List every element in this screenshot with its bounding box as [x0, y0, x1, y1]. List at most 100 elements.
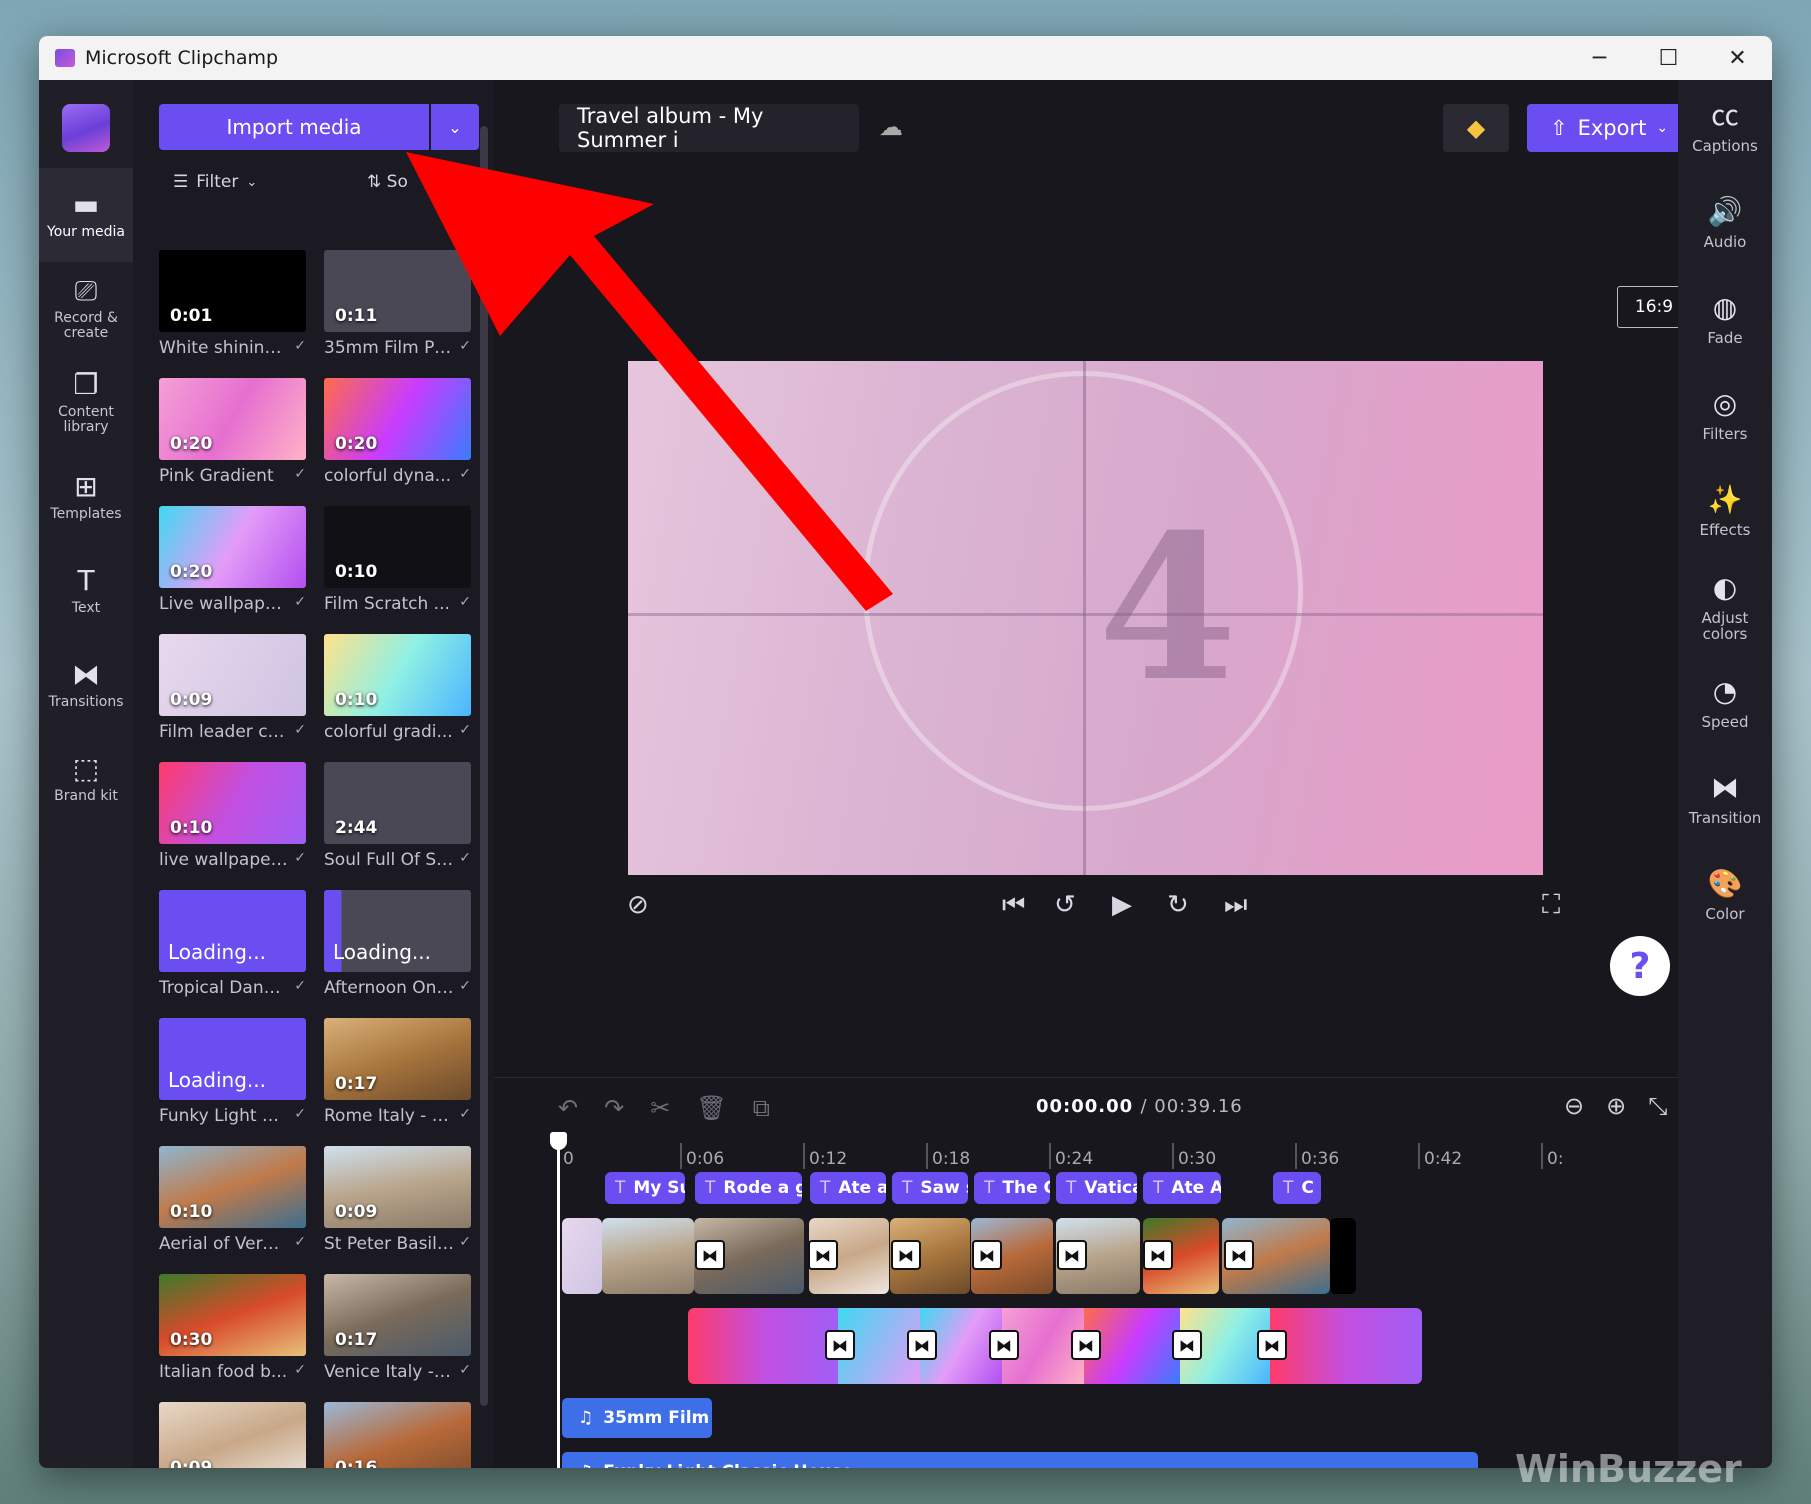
- panel-effects[interactable]: ✨ Effects: [1678, 464, 1772, 560]
- premium-diamond-button[interactable]: ◆: [1443, 104, 1509, 152]
- media-card[interactable]: 0:09 St Peter Basili... ✓: [324, 1146, 471, 1274]
- media-thumbnail[interactable]: 0:20: [324, 378, 471, 460]
- video-clip[interactable]: [562, 1218, 602, 1294]
- transition-icon[interactable]: ⧓: [1143, 1240, 1173, 1270]
- media-card[interactable]: 0:10 colorful gradi... ✓: [324, 634, 471, 762]
- forward-5-icon[interactable]: ↻: [1167, 890, 1189, 920]
- text-clip[interactable]: T Vatica: [1056, 1172, 1137, 1204]
- nav-templates[interactable]: ⊞ Templates: [39, 450, 133, 544]
- audio-clip[interactable]: ♫ 35mm Film F: [562, 1398, 712, 1438]
- fullscreen-icon[interactable]: ⛶: [1542, 890, 1560, 921]
- media-thumbnail[interactable]: 0:20: [159, 506, 306, 588]
- media-thumbnail[interactable]: 0:10: [324, 506, 471, 588]
- panel-captions[interactable]: ㏄ Captions: [1678, 80, 1772, 176]
- transition-icon[interactable]: ⧓: [825, 1330, 855, 1360]
- video-clip[interactable]: [602, 1218, 694, 1294]
- minimize-button[interactable]: ─: [1565, 36, 1634, 80]
- media-thumbnail[interactable]: 0:09: [159, 634, 306, 716]
- skip-back-icon[interactable]: ⏮: [1002, 890, 1025, 921]
- project-title[interactable]: Travel album - My Summer i: [559, 104, 859, 152]
- transition-icon[interactable]: ⧓: [1257, 1330, 1287, 1360]
- captions-off-icon[interactable]: ⊘: [627, 890, 649, 920]
- panel-fade[interactable]: ◍ Fade: [1678, 272, 1772, 368]
- timeline-ruler[interactable]: 0 0:06 0:12 0:18 0:24 0:30 0:36 0:42 0:: [557, 1143, 1709, 1173]
- media-card[interactable]: 0:17 Venice Italy - ... ✓: [324, 1274, 471, 1402]
- media-thumbnail[interactable]: 0:11: [324, 250, 471, 332]
- export-button[interactable]: ⇧ Export ⌄: [1527, 104, 1691, 152]
- media-card[interactable]: 0:10 Aerial of Vern... ✓: [159, 1146, 306, 1274]
- media-thumbnail[interactable]: 0:10: [159, 1146, 306, 1228]
- media-thumbnail[interactable]: 0:09: [159, 1402, 306, 1468]
- video-preview[interactable]: 4: [628, 361, 1543, 875]
- media-thumbnail[interactable]: 0:10: [324, 634, 471, 716]
- panel-audio[interactable]: 🔊 Audio: [1678, 176, 1772, 272]
- media-thumbnail[interactable]: 0:30: [159, 1274, 306, 1356]
- media-card[interactable]: Loading... Afternoon On Th... ✓: [324, 890, 471, 1018]
- panel-transition[interactable]: ⧓ Transition: [1678, 752, 1772, 848]
- media-thumbnail[interactable]: 0:09: [324, 1146, 471, 1228]
- import-media-button[interactable]: Import media: [159, 104, 429, 150]
- media-card[interactable]: 0:09 Film leader co... ✓: [159, 634, 306, 762]
- filter-button[interactable]: ☰ Filter ⌄: [173, 172, 257, 192]
- play-icon[interactable]: ▶: [1112, 890, 1132, 920]
- video-clip[interactable]: [1330, 1218, 1356, 1294]
- import-dropdown-button[interactable]: ⌄: [431, 104, 479, 150]
- panel-color[interactable]: 🎨 Color: [1678, 848, 1772, 944]
- fit-to-window-icon[interactable]: ⤡: [1648, 1092, 1667, 1120]
- nav-your-media[interactable]: ▬ Your media: [39, 168, 133, 262]
- cloud-off-icon[interactable]: ☁: [879, 113, 903, 141]
- text-clip[interactable]: T Ate A: [1143, 1172, 1221, 1204]
- zoom-in-icon[interactable]: ⊕: [1606, 1092, 1626, 1120]
- audio-clip[interactable]: ♫ Funky Light Classic House: [562, 1452, 1478, 1468]
- undo-icon[interactable]: ↶: [558, 1094, 578, 1122]
- text-clip[interactable]: T The C: [974, 1172, 1050, 1204]
- media-card[interactable]: 0:20 Live wallpaper... ✓: [159, 506, 306, 634]
- maximize-button[interactable]: ☐: [1634, 36, 1703, 80]
- media-thumbnail[interactable]: Loading...: [324, 890, 471, 972]
- transition-icon[interactable]: ⧓: [695, 1240, 725, 1270]
- transition-icon[interactable]: ⧓: [1071, 1330, 1101, 1360]
- help-button[interactable]: ?: [1610, 936, 1670, 996]
- media-scrollbar[interactable]: [480, 126, 488, 1406]
- text-clip[interactable]: T Ate a: [810, 1172, 886, 1204]
- redo-icon[interactable]: ↷: [604, 1094, 624, 1122]
- delete-icon[interactable]: 🗑: [696, 1094, 726, 1122]
- nav-transitions[interactable]: ⧓ Transitions: [39, 638, 133, 732]
- nav-text[interactable]: T Text: [39, 544, 133, 638]
- media-thumbnail[interactable]: Loading...: [159, 1018, 306, 1100]
- media-card[interactable]: 0:10 live wallpaper... ✓: [159, 762, 306, 890]
- transition-icon[interactable]: ⧓: [907, 1330, 937, 1360]
- media-card[interactable]: 0:09 Italian Ice-Cre... ✓: [159, 1402, 306, 1468]
- media-thumbnail[interactable]: 0:20: [159, 378, 306, 460]
- media-card[interactable]: Loading... Tropical Dance L... ✓: [159, 890, 306, 1018]
- media-card[interactable]: 0:01 White shining... ✓: [159, 250, 306, 378]
- media-thumbnail[interactable]: 0:10: [159, 762, 306, 844]
- panel-filters[interactable]: ◎ Filters: [1678, 368, 1772, 464]
- media-thumbnail[interactable]: 2:44: [324, 762, 471, 844]
- transition-icon[interactable]: ⧓: [1224, 1240, 1254, 1270]
- media-card[interactable]: 2:44 Soul Full Of Swe... ✓: [324, 762, 471, 890]
- panel-adjust-colors[interactable]: ◐ Adjust colors: [1678, 560, 1772, 656]
- media-card[interactable]: Loading... Funky Light Cl... ✓: [159, 1018, 306, 1146]
- media-card[interactable]: 0:30 Italian food b... ✓: [159, 1274, 306, 1402]
- skip-forward-icon[interactable]: ⏭: [1224, 890, 1247, 921]
- text-clip[interactable]: T Rode a go: [695, 1172, 802, 1204]
- duplicate-icon[interactable]: ⧉: [753, 1094, 770, 1122]
- media-card[interactable]: 0:16 Rome Italy - C... ✓: [324, 1402, 471, 1468]
- media-thumbnail[interactable]: 0:16: [324, 1402, 471, 1468]
- nav-record-create[interactable]: ⎚ Record & create: [39, 262, 133, 356]
- media-card[interactable]: 0:10 Film Scratch ... ✓: [324, 506, 471, 634]
- media-card[interactable]: 0:20 colorful dyna... ✓: [324, 378, 471, 506]
- nav-brand-kit[interactable]: ⬚ Brand kit: [39, 732, 133, 826]
- split-icon[interactable]: ✂: [650, 1094, 670, 1122]
- media-card[interactable]: 0:20 Pink Gradient ✓: [159, 378, 306, 506]
- sort-button[interactable]: ⇅ So: [367, 172, 408, 192]
- text-clip[interactable]: TC: [1273, 1172, 1321, 1204]
- panel-speed[interactable]: ◔ Speed: [1678, 656, 1772, 752]
- transition-icon[interactable]: ⧓: [1057, 1240, 1087, 1270]
- transition-icon[interactable]: ⧓: [1172, 1330, 1202, 1360]
- transition-icon[interactable]: ⧓: [972, 1240, 1002, 1270]
- transition-icon[interactable]: ⧓: [989, 1330, 1019, 1360]
- transition-icon[interactable]: ⧓: [808, 1240, 838, 1270]
- media-thumbnail[interactable]: 0:01: [159, 250, 306, 332]
